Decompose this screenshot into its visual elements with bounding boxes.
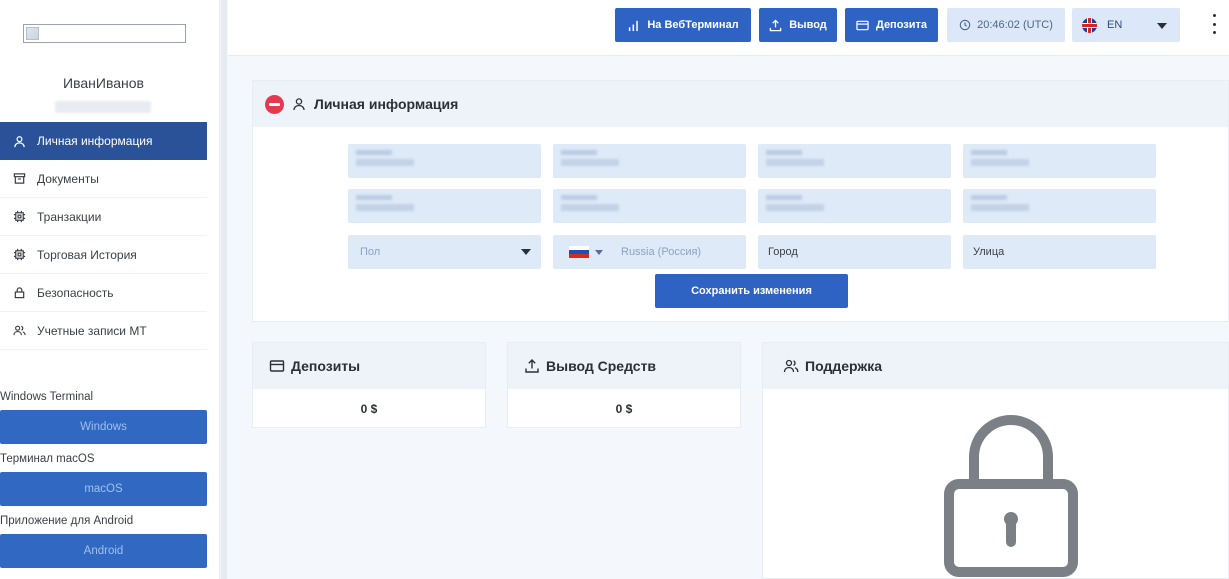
deposits-card: Депозиты 0 $ — [252, 342, 486, 428]
users-icon — [783, 359, 799, 373]
lock-icon — [941, 409, 1081, 579]
chevron-down-icon — [1157, 23, 1167, 29]
support-header: Поддержка — [763, 343, 1228, 389]
personal-info-title: Личная информация — [314, 96, 459, 112]
windows-download-button[interactable]: Windows — [0, 410, 207, 444]
macos-terminal-label: Терминал macOS — [0, 453, 95, 465]
first-name-field[interactable] — [348, 144, 541, 178]
sidebar-item-label: Транзакции — [37, 209, 102, 224]
gender-select[interactable]: Пол — [348, 235, 541, 269]
user-email-blurred — [55, 101, 151, 113]
sidebar-item-trade-history[interactable]: Торговая История — [0, 236, 207, 274]
country-select[interactable]: Russia (Россия) — [553, 235, 746, 269]
upload-icon — [769, 18, 782, 31]
email-field[interactable] — [758, 144, 951, 178]
city-field[interactable]: Город — [758, 235, 951, 269]
city-placeholder: Город — [768, 246, 798, 258]
street-placeholder: Улица — [973, 246, 1005, 258]
deposits-value: 0 $ — [360, 402, 378, 416]
support-card: Поддержка — [762, 342, 1229, 579]
id-field[interactable] — [553, 189, 746, 223]
topbar: На ВебТерминал Вывод Депозита 20:46:02 (… — [228, 0, 1229, 56]
sidebar-item-transactions[interactable]: Транзакции — [0, 198, 207, 236]
logo-image[interactable] — [23, 24, 186, 43]
collapse-icon[interactable] — [265, 94, 284, 114]
more-menu-icon[interactable] — [1211, 14, 1217, 34]
registration-field[interactable] — [758, 189, 951, 223]
deposit-label: Депозита — [875, 19, 928, 31]
sidebar-item-security[interactable]: Безопасность — [0, 274, 207, 312]
uk-flag-icon — [1082, 17, 1097, 33]
users-icon — [12, 324, 26, 338]
lock-icon — [12, 286, 26, 300]
language-label: EN — [1107, 19, 1123, 31]
macos-download-button[interactable]: macOS — [0, 472, 207, 506]
personal-info-header: Личная информация — [253, 81, 1228, 127]
sidebar-item-label: Документы — [37, 171, 99, 186]
broken-image-icon — [26, 27, 39, 40]
withdrawals-title: Вывод Средств — [546, 358, 657, 374]
save-changes-button[interactable]: Сохранить изменения — [655, 274, 848, 308]
sidebar-nav: Личная информация Документы Транзакции Т… — [0, 122, 207, 350]
android-app-label: Приложение для Android — [0, 515, 134, 527]
deposits-title: Депозиты — [291, 358, 361, 374]
android-download-button[interactable]: Android — [0, 534, 207, 568]
chevron-down-icon — [521, 249, 531, 255]
withdrawals-card: Вывод Средств 0 $ — [507, 342, 741, 428]
sidebar-item-documents[interactable]: Документы — [0, 160, 207, 198]
sidebar-item-personal-info[interactable]: Личная информация — [0, 122, 207, 160]
account-field[interactable] — [963, 144, 1156, 178]
withdrawals-value: 0 $ — [615, 402, 633, 416]
server-time: 20:46:02 (UTC) — [947, 8, 1065, 42]
sidebar-item-label: Безопасность — [37, 285, 114, 300]
upload-icon — [525, 359, 539, 373]
gender-placeholder: Пол — [360, 246, 381, 258]
user-name: ИванИванов — [63, 75, 144, 91]
credit-card-icon — [269, 360, 285, 372]
support-title: Поддержка — [805, 358, 883, 374]
phone-field[interactable] — [963, 189, 1156, 223]
last-name-field[interactable] — [553, 144, 746, 178]
chip-icon — [12, 210, 26, 224]
birth-date-field[interactable] — [348, 189, 541, 223]
chip-icon — [12, 248, 26, 262]
time-text: 20:46:02 (UTC) — [977, 19, 1053, 31]
language-select[interactable]: EN — [1072, 8, 1180, 42]
windows-terminal-label: Windows Terminal — [0, 391, 94, 403]
user-icon — [293, 98, 305, 111]
sidebar: ИванИванов Личная информация Документы Т… — [0, 0, 220, 579]
street-field[interactable]: Улица — [963, 235, 1156, 269]
country-value: Russia (Россия) — [621, 246, 702, 258]
russia-flag-icon — [569, 246, 589, 258]
deposit-button[interactable]: Депозита — [845, 8, 938, 42]
clock-icon — [959, 19, 971, 31]
caret-down-icon — [595, 249, 603, 255]
user-icon — [12, 134, 26, 148]
archive-icon — [12, 172, 26, 186]
sidebar-item-mt-accounts[interactable]: Учетные записи МТ — [0, 312, 207, 350]
bar-chart-icon — [629, 20, 639, 31]
deposits-header: Депозиты — [253, 343, 485, 389]
sidebar-item-label: Учетные записи МТ — [37, 323, 147, 338]
withdraw-button[interactable]: Вывод — [759, 8, 837, 42]
sidebar-scrollbar[interactable] — [221, 0, 227, 579]
sidebar-item-label: Торговая История — [37, 247, 137, 262]
withdrawals-header: Вывод Средств — [508, 343, 740, 389]
sidebar-item-label: Личная информация — [37, 134, 153, 148]
webterminal-button[interactable]: На ВебТерминал — [615, 8, 751, 42]
credit-card-icon — [856, 20, 869, 30]
withdraw-label: Вывод — [789, 19, 827, 31]
webterminal-label: На ВебТерминал — [647, 19, 739, 31]
